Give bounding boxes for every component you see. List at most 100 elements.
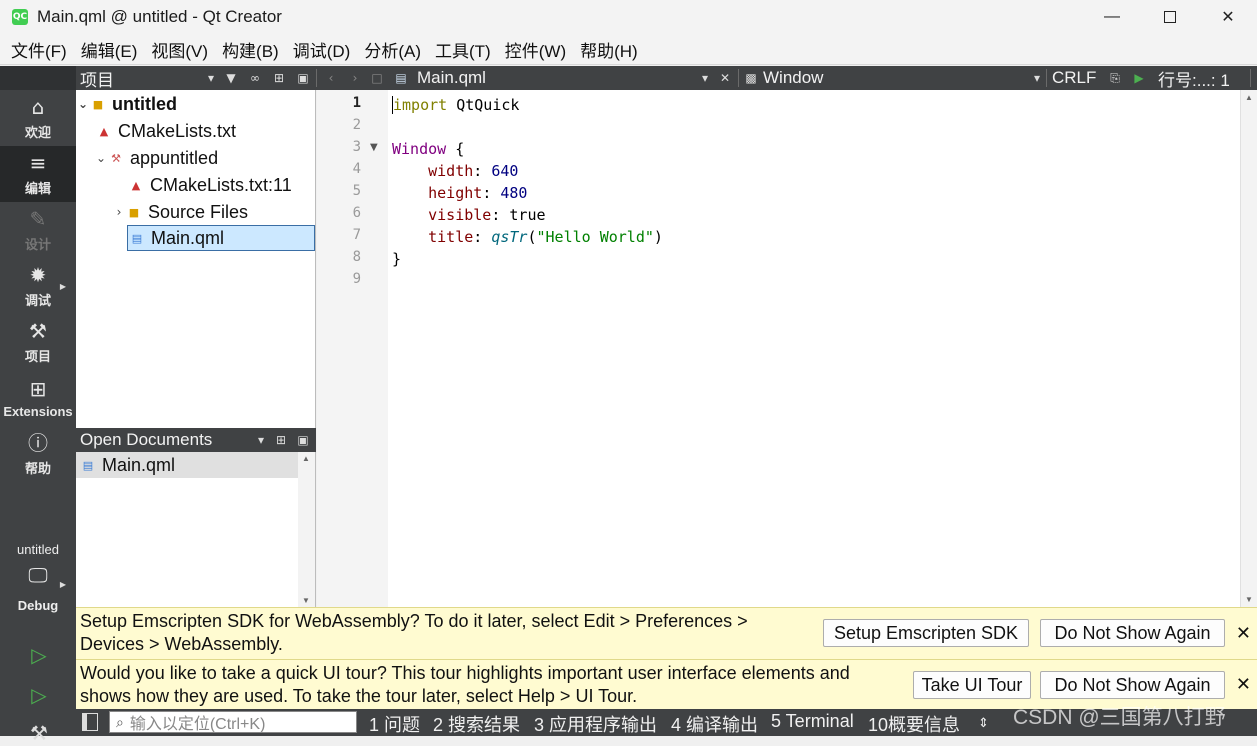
menu-build[interactable]: 构建(B)	[215, 35, 286, 63]
code-line: width: 640	[428, 162, 519, 180]
locator-placeholder: 输入以定位(Ctrl+K)	[129, 716, 266, 733]
tree-item-cmakelists-11[interactable]: ▲ CMakeLists.txt:11	[128, 172, 292, 198]
folder-icon: ■	[128, 205, 140, 219]
tree-item-source-files[interactable]: › ■ Source Files	[112, 199, 248, 225]
menu-view[interactable]: 视图(V)	[144, 35, 215, 63]
tree-item-cmakelists[interactable]: ▲ CMakeLists.txt	[96, 118, 236, 144]
menu-analyze[interactable]: 分析(A)	[357, 35, 428, 63]
locator-input[interactable]: ⌕ 输入以定位(Ctrl+K)	[109, 711, 357, 733]
scroll-up-icon[interactable]: ▲	[302, 454, 310, 463]
take-ui-tour-button[interactable]: Take UI Tour	[913, 671, 1031, 699]
expand-arrow-icon: ▶	[59, 282, 66, 291]
menu-help[interactable]: 帮助(H)	[573, 35, 645, 63]
close-pane-icon[interactable]: ▣	[294, 68, 312, 88]
mode-design[interactable]: ✎ 设计	[0, 202, 76, 258]
file-dropdown-arrow-icon[interactable]: ▾	[696, 68, 714, 88]
edit-icon: ≡	[29, 150, 47, 175]
chevron-right-icon[interactable]: ›	[112, 205, 126, 219]
home-icon: ⌂	[31, 94, 45, 119]
tree-item-untitled[interactable]: ⌄ ■ untitled	[76, 91, 177, 117]
debug-run-icon[interactable]: ▷	[26, 682, 52, 708]
kit-project-name: untitled	[17, 542, 59, 557]
close-icon[interactable]: ✕	[1199, 0, 1257, 34]
menu-edit[interactable]: 编辑(E)	[74, 35, 145, 63]
open-documents-scrollbar[interactable]: ▲ ▼	[298, 452, 315, 607]
csdn-watermark: CSDN @三国第八打野	[1013, 706, 1226, 729]
chevron-down-icon[interactable]: ⌄	[76, 97, 90, 111]
chevron-down-icon[interactable]: ⌄	[94, 151, 108, 165]
mode-debug[interactable]: ✹ 调试 ▶	[0, 258, 76, 314]
kit-selector[interactable]: 🖵 ▶	[0, 556, 76, 596]
menu-widgets[interactable]: 控件(W)	[498, 35, 573, 63]
symbol-dropdown-arrow-icon[interactable]: ▾	[1028, 68, 1046, 88]
pane-toolbar: 项目 ▾ ▼ ∞ ⊞ ▣ ‹ › □ ▤ Main.qml ▾ ✕ ▩ Wind…	[76, 66, 1257, 90]
back-arrow-icon[interactable]: ‹	[322, 68, 340, 88]
tree-item-label: untitled	[112, 93, 177, 114]
infobar-message: Would you like to take a quick UI tour? …	[80, 663, 850, 706]
split-icon[interactable]: ⊞	[270, 68, 288, 88]
open-document-item[interactable]: ▤ Main.qml	[76, 452, 299, 478]
design-icon: ✎	[29, 206, 47, 231]
mode-label: 项目	[24, 348, 51, 364]
menu-tools[interactable]: 工具(T)	[428, 35, 498, 63]
dropdown-arrow-icon[interactable]: ▾	[252, 430, 270, 450]
run-file-icon[interactable]: ▶	[1130, 68, 1148, 88]
maximize-icon[interactable]	[1141, 0, 1199, 34]
scroll-down-icon[interactable]: ▼	[1245, 595, 1253, 604]
do-not-show-again-button[interactable]: Do Not Show Again	[1040, 671, 1225, 699]
code-editor[interactable]: import QtQuick Window { width: 640 heigh…	[388, 90, 1240, 607]
filter-icon[interactable]: ▼	[222, 68, 240, 88]
close-infobar-icon[interactable]: ✕	[1236, 674, 1251, 695]
mode-label: 编辑	[24, 180, 51, 196]
code-line: title: qsTr("Hello World")	[428, 228, 663, 246]
toggle-sidebar-icon[interactable]	[82, 713, 98, 731]
cursor-position[interactable]: 行号:...: 1	[1158, 66, 1230, 90]
mode-help[interactable]: ⓘ 帮助	[0, 426, 76, 482]
close-infobar-icon[interactable]: ✕	[1236, 623, 1251, 644]
forward-arrow-icon[interactable]: ›	[346, 68, 364, 88]
line-number: 8	[352, 249, 361, 265]
menu-debug[interactable]: 调试(D)	[286, 35, 358, 63]
minimize-icon[interactable]: —	[1083, 0, 1141, 34]
run-icon[interactable]: ▷	[26, 642, 52, 668]
debug-icon: ✹	[29, 262, 47, 287]
current-file-name[interactable]: Main.qml	[417, 66, 486, 90]
scroll-down-icon[interactable]: ▼	[302, 596, 310, 605]
editor-scrollbar[interactable]: ▲ ▼	[1240, 90, 1257, 607]
more-tabs-icon[interactable]: ⇕	[978, 715, 989, 731]
tab-compile-output[interactable]: 4 编译输出	[671, 711, 758, 737]
tree-item-appuntitled[interactable]: ⌄ ⚒ appuntitled	[94, 145, 218, 171]
line-ending-selector[interactable]: CRLF	[1052, 66, 1096, 90]
menu-bar: 文件(F) 编辑(E) 视图(V) 构建(B) 调试(D) 分析(A) 工具(T…	[0, 34, 1257, 65]
line-number: 9	[352, 271, 361, 287]
fold-arrow-icon[interactable]: ▼	[370, 142, 378, 153]
dropdown-arrow-icon[interactable]: ▾	[202, 68, 220, 88]
build-config-label: Debug	[17, 598, 59, 613]
menu-file[interactable]: 文件(F)	[4, 35, 74, 63]
search-icon: ⌕	[116, 713, 124, 730]
scroll-up-icon[interactable]: ▲	[1245, 93, 1253, 102]
build-hammer-icon[interactable]: ⚒	[26, 720, 52, 746]
tab-issues[interactable]: 1 问题	[369, 711, 420, 737]
split-editor-icon[interactable]: ⎘	[1106, 68, 1124, 88]
mode-extensions[interactable]: ⊞ Extensions	[0, 370, 76, 426]
mode-edit[interactable]: ≡ 编辑	[0, 146, 76, 202]
tab-search-results[interactable]: 2 搜索结果	[433, 711, 520, 737]
split-icon[interactable]: ⊞	[272, 430, 290, 450]
symbol-icon: ▩	[745, 71, 757, 85]
mode-welcome[interactable]: ⌂ 欢迎	[0, 90, 76, 146]
close-document-icon[interactable]: ✕	[716, 68, 734, 88]
window-title: Main.qml @ untitled - Qt Creator	[37, 7, 282, 26]
cmake-file-icon: ▲	[99, 124, 109, 138]
do-not-show-again-button[interactable]: Do Not Show Again	[1040, 619, 1225, 647]
link-icon[interactable]: ∞	[246, 68, 264, 88]
tab-terminal[interactable]: 5 Terminal	[771, 711, 854, 732]
setup-emscripten-button[interactable]: Setup Emscripten SDK	[823, 619, 1029, 647]
tab-general-messages[interactable]: 10概要信息	[868, 711, 960, 737]
project-pane-title: 项目	[80, 70, 114, 90]
tree-item-main-qml[interactable]: ▤ Main.qml	[127, 225, 315, 251]
mode-projects[interactable]: ⚒ 项目	[0, 314, 76, 370]
tab-application-output[interactable]: 3 应用程序输出	[534, 711, 657, 737]
close-pane-icon[interactable]: ▣	[294, 430, 312, 450]
symbol-selector[interactable]: Window	[763, 66, 823, 90]
